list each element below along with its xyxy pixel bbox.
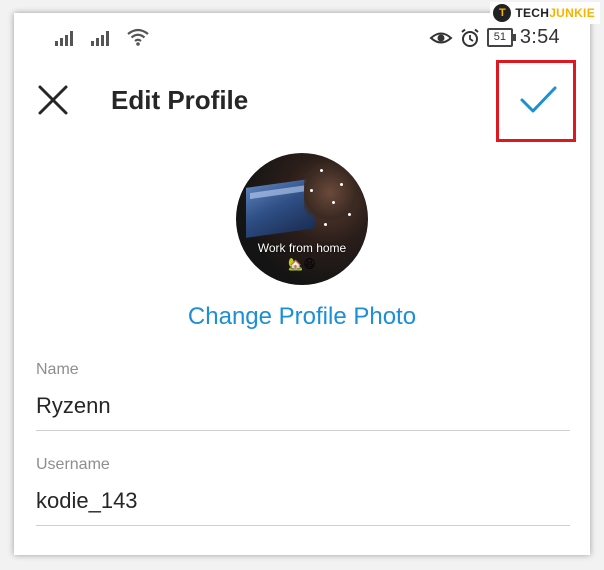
watermark-text: TECHJUNKIE	[515, 6, 595, 20]
sparkle	[340, 183, 343, 186]
signal-icon	[91, 31, 109, 46]
name-label: Name	[36, 361, 79, 378]
sparkle	[348, 213, 351, 216]
page-title: Edit Profile	[111, 85, 249, 115]
photo-emoji: 🏡😆	[288, 257, 316, 271]
sparkle	[310, 189, 313, 192]
watermark-text-b: JUNKIE	[549, 6, 595, 20]
eye-icon	[429, 32, 453, 43]
watermark-text-a: TECH	[515, 6, 550, 20]
profile-photo[interactable]: Work from home 🏡😆	[236, 153, 368, 285]
signal-icon	[55, 31, 73, 46]
name-field[interactable]	[36, 393, 570, 419]
battery-icon: 51	[486, 28, 516, 47]
sparkle	[320, 169, 323, 172]
sparkle	[332, 201, 335, 204]
username-label: Username	[36, 456, 110, 473]
change-profile-photo-link[interactable]: Change Profile Photo	[14, 303, 590, 331]
name-field-underline	[36, 430, 570, 431]
status-left	[54, 28, 150, 46]
person-shape	[304, 161, 356, 231]
username-field-underline	[36, 525, 570, 526]
check-icon[interactable]	[516, 77, 560, 121]
close-icon[interactable]	[36, 83, 70, 117]
status-time: 3:54	[519, 26, 560, 48]
wifi-icon	[127, 28, 149, 46]
techjunkie-watermark: T TECHJUNKIE	[490, 2, 600, 24]
photo-caption: Work from home	[257, 241, 347, 255]
phone-screen: 51 3:54 Edit Profile Work from home 🏡😆 C…	[14, 13, 590, 555]
watermark-logo: T	[493, 4, 512, 22]
username-field[interactable]	[36, 488, 570, 514]
status-right: 51 3:54	[429, 26, 560, 49]
alarm-icon	[461, 28, 479, 47]
sparkle	[324, 223, 327, 226]
